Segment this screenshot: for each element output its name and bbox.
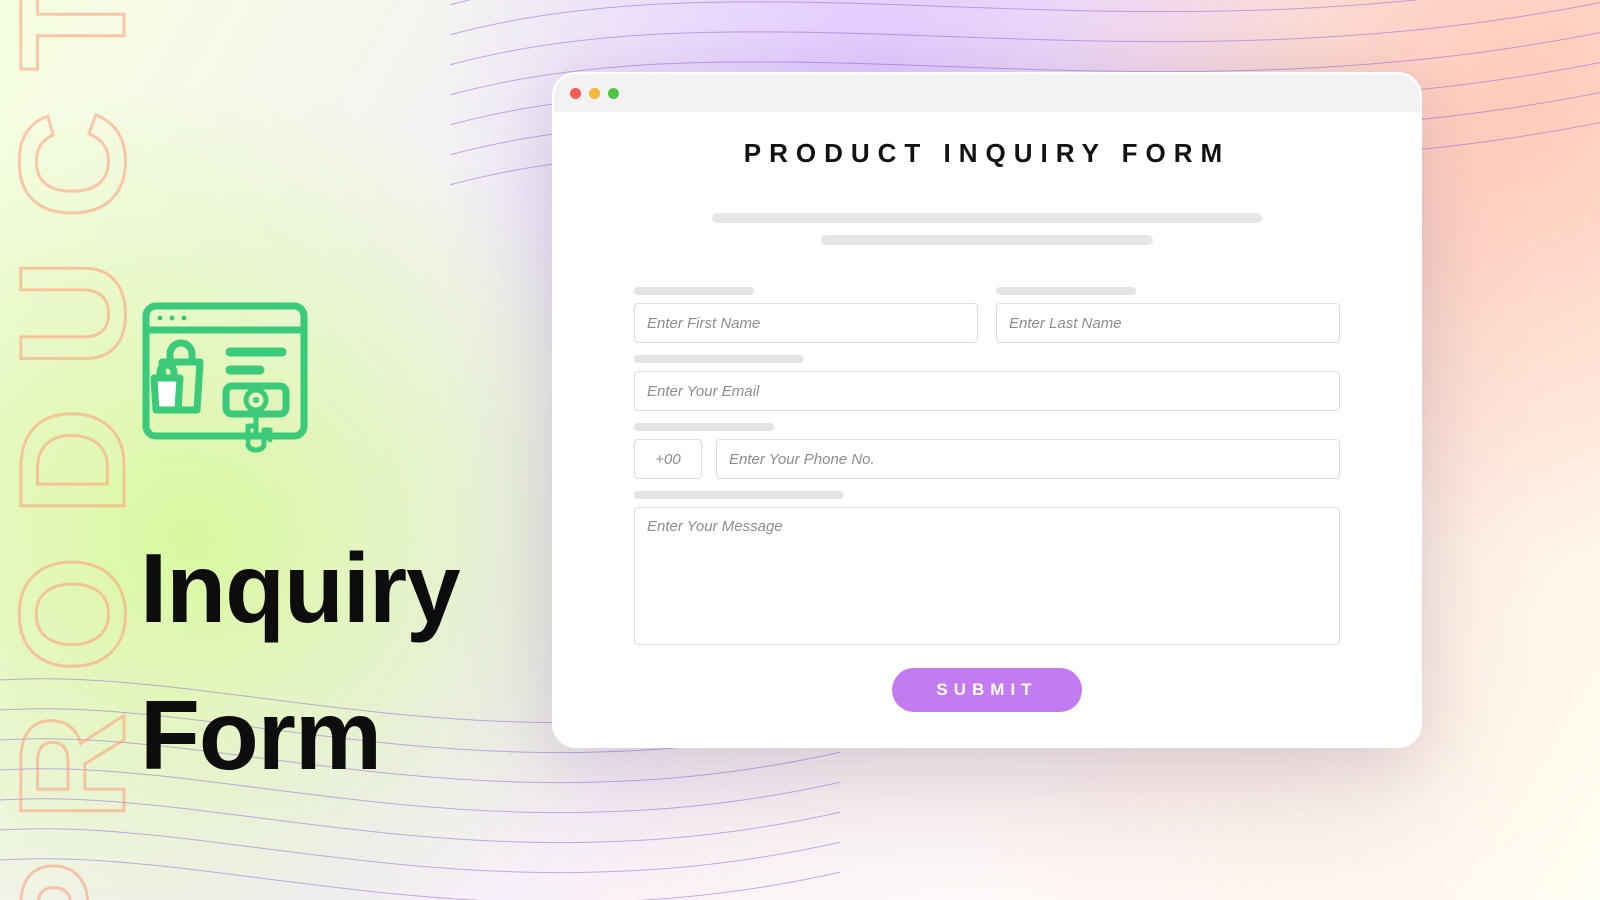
- form-area: PRODUCT INQUIRY FORM: [554, 112, 1420, 736]
- last-name-field: [996, 287, 1340, 343]
- hero-title: Inquiry Form: [140, 515, 460, 809]
- message-input[interactable]: [634, 507, 1340, 645]
- shopping-browser-icon: [140, 300, 460, 465]
- message-label-placeholder: [634, 491, 844, 499]
- window-titlebar: [554, 74, 1420, 112]
- close-icon[interactable]: [570, 88, 581, 99]
- hero-title-line-2: Form: [140, 662, 460, 809]
- form-window: PRODUCT INQUIRY FORM: [552, 72, 1422, 748]
- page-canvas: PRODUCT: [0, 0, 1600, 900]
- submit-button[interactable]: SUBMIT: [892, 668, 1081, 712]
- form-title: PRODUCT INQUIRY FORM: [728, 134, 1246, 171]
- minimize-icon[interactable]: [589, 88, 600, 99]
- phone-input[interactable]: [716, 439, 1340, 479]
- last-name-label-placeholder: [996, 287, 1136, 295]
- email-input[interactable]: [634, 371, 1340, 411]
- subtitle-placeholder-line-2: [821, 235, 1153, 245]
- subtitle-placeholder-line-1: [712, 213, 1263, 223]
- maximize-icon[interactable]: [608, 88, 619, 99]
- vertical-brand-word: PRODUCT: [0, 0, 159, 900]
- first-name-label-placeholder: [634, 287, 754, 295]
- phone-field: [634, 423, 1340, 479]
- first-name-field: [634, 287, 978, 343]
- message-field: [634, 491, 1340, 650]
- last-name-input[interactable]: [996, 303, 1340, 343]
- email-field: [634, 355, 1340, 411]
- first-name-input[interactable]: [634, 303, 978, 343]
- country-code-input[interactable]: [634, 439, 702, 479]
- email-label-placeholder: [634, 355, 804, 363]
- hero-title-line-1: Inquiry: [140, 515, 460, 662]
- phone-label-placeholder: [634, 423, 774, 431]
- hero-section: Inquiry Form: [140, 300, 460, 809]
